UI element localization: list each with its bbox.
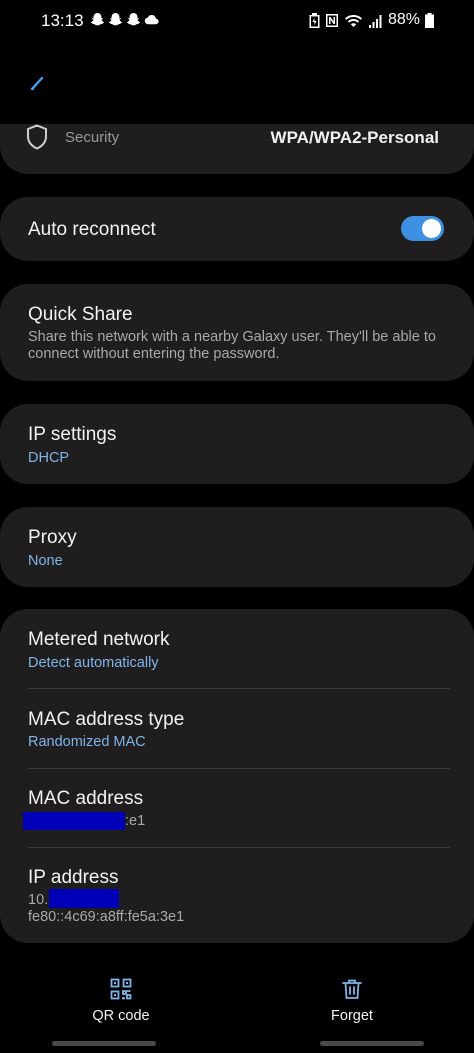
notification-icons	[90, 12, 159, 27]
wifi-icon	[344, 14, 362, 27]
ip-address-row: IP address 10. fe80::4c69:a8ff:fe5a:3e1	[0, 848, 474, 943]
cloud-icon	[144, 15, 159, 25]
ip-settings-card[interactable]: IP settings DHCP	[0, 404, 474, 484]
mac-address-type-value: Randomized MAC	[28, 734, 146, 750]
proxy-title: Proxy	[28, 527, 77, 548]
auto-reconnect-toggle[interactable]	[401, 216, 444, 241]
shield-icon	[26, 124, 48, 155]
battery-icon	[425, 12, 434, 28]
quick-share-card[interactable]: Quick Share Share this network with a ne…	[0, 284, 474, 381]
mac-address-type-row[interactable]: MAC address type Randomized MAC	[0, 689, 474, 768]
mac-address-redaction	[23, 812, 125, 830]
toggle-knob	[422, 219, 441, 238]
system-icons: 88%	[309, 11, 434, 29]
snapchat-icon	[108, 12, 123, 26]
scroll-mask	[0, 90, 474, 124]
forget-label: Forget	[331, 1008, 373, 1024]
ip-address-title: IP address	[28, 867, 119, 888]
mac-address-row: MAC address :e1	[0, 769, 474, 847]
metered-network-title: Metered network	[28, 629, 170, 650]
forget-button[interactable]: Forget	[292, 978, 412, 1024]
ip-address-redaction	[49, 889, 119, 908]
security-value: WPA/WPA2-Personal	[270, 128, 439, 147]
proxy-card[interactable]: Proxy None	[0, 507, 474, 587]
ip-settings-value: DHCP	[28, 450, 70, 466]
advanced-card: Metered network Detect automatically MAC…	[0, 609, 474, 943]
metered-network-value: Detect automatically	[28, 655, 159, 671]
quick-share-title: Quick Share	[28, 304, 133, 325]
nfc-icon	[325, 13, 338, 27]
nav-handle-right	[320, 1041, 424, 1046]
mac-address-suffix: :e1	[125, 813, 146, 829]
quick-share-description: Share this network with a nearby Galaxy …	[28, 329, 436, 362]
status-bar: 13:13 88%	[0, 0, 474, 40]
battery-percentage: 88%	[387, 11, 420, 28]
signal-icon	[368, 14, 382, 28]
bottom-action-bar: QR code Forget	[0, 970, 474, 1040]
ipv6-address: fe80::4c69:a8ff:fe5a:3e1	[28, 909, 185, 925]
nav-handle-left	[52, 1041, 156, 1046]
mac-address-type-title: MAC address type	[28, 709, 185, 730]
ip-address-prefix: 10.	[28, 892, 49, 908]
trash-icon	[342, 979, 362, 999]
status-time: 13:13	[41, 11, 84, 30]
ip-settings-title: IP settings	[28, 424, 117, 445]
proxy-value: None	[28, 553, 63, 569]
snapchat-icon	[126, 12, 141, 26]
mac-address-title: MAC address	[28, 788, 144, 809]
snapchat-icon	[90, 12, 105, 26]
qr-code-icon	[110, 978, 132, 1000]
auto-reconnect-label: Auto reconnect	[28, 219, 156, 240]
qr-code-button[interactable]: QR code	[61, 978, 181, 1024]
qr-code-label: QR code	[92, 1008, 150, 1024]
battery-saver-icon	[309, 12, 320, 28]
security-label: Security	[65, 129, 120, 146]
metered-network-row[interactable]: Metered network Detect automatically	[0, 609, 474, 688]
